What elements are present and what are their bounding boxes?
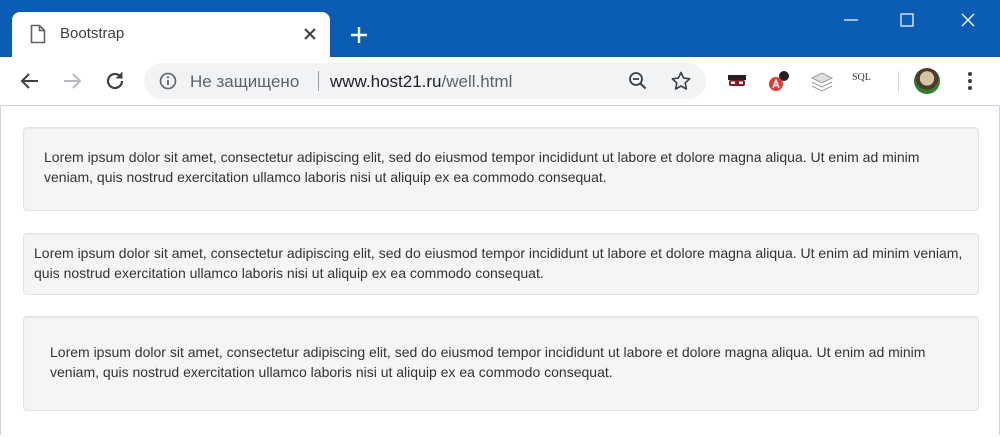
incognito-mask-icon[interactable] bbox=[725, 69, 749, 93]
back-arrow-icon[interactable] bbox=[18, 69, 42, 93]
more-menu-icon[interactable] bbox=[962, 69, 978, 93]
toolbar-divider bbox=[898, 71, 899, 93]
maximize-icon[interactable] bbox=[884, 0, 930, 40]
star-icon[interactable] bbox=[670, 70, 692, 92]
forward-arrow-icon[interactable] bbox=[60, 69, 84, 93]
browser-title-bar: Bootstrap bbox=[0, 0, 1000, 57]
url-host: www.host21.ru bbox=[330, 72, 442, 91]
browser-tab[interactable]: Bootstrap bbox=[12, 12, 330, 57]
url-path: /well.html bbox=[441, 72, 513, 91]
url-text[interactable]: www.host21.ru/well.html bbox=[330, 72, 512, 92]
info-icon[interactable] bbox=[159, 72, 177, 90]
address-bar[interactable]: Не защищено www.host21.ru/well.html bbox=[144, 63, 706, 99]
minimize-icon[interactable] bbox=[828, 0, 874, 40]
window-close-icon[interactable] bbox=[944, 0, 990, 40]
new-tab-icon[interactable] bbox=[348, 24, 370, 46]
zoom-out-icon[interactable] bbox=[628, 71, 648, 91]
translate-icon[interactable] bbox=[768, 69, 792, 93]
well-small: Lorem ipsum dolor sit amet, consectetur … bbox=[23, 233, 979, 295]
well-large: Lorem ipsum dolor sit amet, consectetur … bbox=[23, 316, 979, 411]
sql-extension-icon[interactable]: SQL bbox=[852, 72, 882, 96]
layers-icon[interactable] bbox=[810, 69, 834, 93]
close-icon[interactable] bbox=[300, 24, 320, 44]
document-icon bbox=[30, 24, 46, 44]
security-label[interactable]: Не защищено bbox=[190, 72, 299, 92]
page-content: Lorem ipsum dolor sit amet, consectetur … bbox=[0, 106, 1000, 435]
well-default: Lorem ipsum dolor sit amet, consectetur … bbox=[23, 127, 979, 211]
avatar[interactable] bbox=[914, 68, 940, 94]
omnibox-divider bbox=[318, 71, 319, 91]
tab-title: Bootstrap bbox=[60, 25, 125, 42]
reload-icon[interactable] bbox=[103, 69, 127, 93]
browser-toolbar: Не защищено www.host21.ru/well.html SQL bbox=[0, 57, 1000, 106]
